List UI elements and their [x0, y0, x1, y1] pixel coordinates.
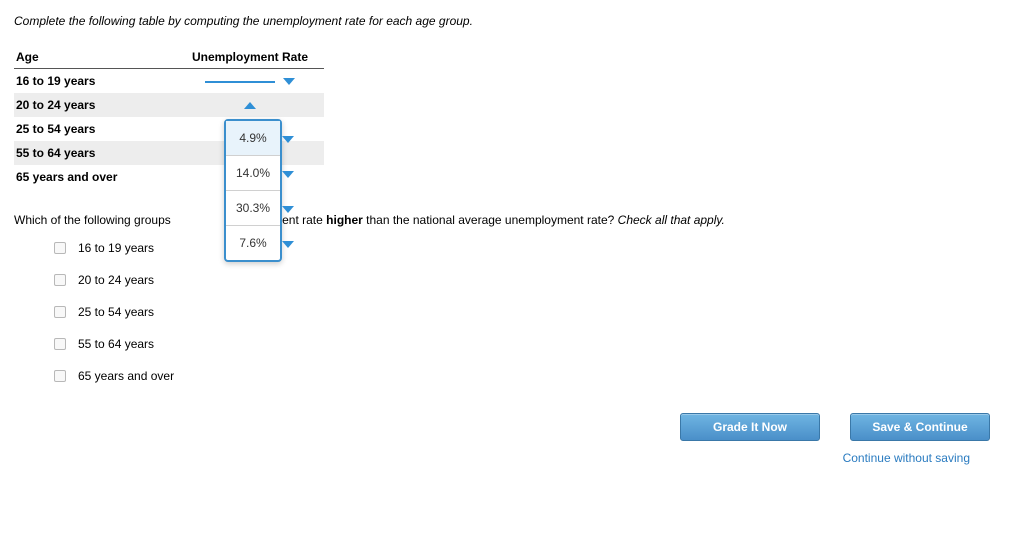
checkbox-label: 55 to 64 years [78, 337, 154, 351]
dropdown-option-0[interactable]: 4.9% [226, 121, 280, 156]
question-higher-rate: Which of the following groups employment… [14, 213, 1010, 227]
chevron-up-icon[interactable] [244, 102, 256, 109]
instruction-text: Complete the following table by computin… [14, 14, 1010, 28]
checkbox-label: 25 to 54 years [78, 305, 154, 319]
dropdown-open[interactable]: 4.9% 14.0% 30.3% 7.6% [224, 119, 282, 262]
chevron-down-icon[interactable] [282, 136, 294, 143]
row-age-0: 16 to 19 years [14, 69, 184, 94]
row-age-1: 20 to 24 years [14, 93, 184, 117]
chevron-down-icon[interactable] [282, 171, 294, 178]
button-bar: Grade It Now Save & Continue [14, 413, 1010, 441]
dropdown-option-1[interactable]: 14.0% [226, 156, 280, 191]
row-age-3: 55 to 64 years [14, 141, 184, 165]
checkbox-55-64[interactable] [54, 338, 66, 350]
checkbox-label: 20 to 24 years [78, 273, 154, 287]
checkbox-label: 65 years and over [78, 369, 174, 383]
row-age-2: 25 to 54 years [14, 117, 184, 141]
dropdown-option-2[interactable]: 30.3% [226, 191, 280, 226]
continue-without-saving-link[interactable]: Continue without saving [843, 451, 970, 465]
save-continue-button[interactable]: Save & Continue [850, 413, 990, 441]
dropdown-slot-0[interactable] [205, 81, 275, 83]
th-rate: Unemployment Rate [184, 46, 324, 69]
dropdown-option-3[interactable]: 7.6% [226, 226, 280, 260]
checkbox-20-24[interactable] [54, 274, 66, 286]
checkbox-65-over[interactable] [54, 370, 66, 382]
row-age-4: 65 years and over [14, 165, 184, 189]
checkbox-25-54[interactable] [54, 306, 66, 318]
adjacent-dropdown-triggers [282, 122, 294, 262]
chevron-down-icon[interactable] [282, 241, 294, 248]
checkbox-16-19[interactable] [54, 242, 66, 254]
th-age: Age [14, 46, 184, 69]
checkbox-group: 16 to 19 years 20 to 24 years 25 to 54 y… [14, 241, 1010, 383]
chevron-down-icon[interactable] [282, 206, 294, 213]
chevron-down-icon[interactable] [283, 78, 295, 85]
checkbox-label: 16 to 19 years [78, 241, 154, 255]
grade-it-now-button[interactable]: Grade It Now [680, 413, 820, 441]
